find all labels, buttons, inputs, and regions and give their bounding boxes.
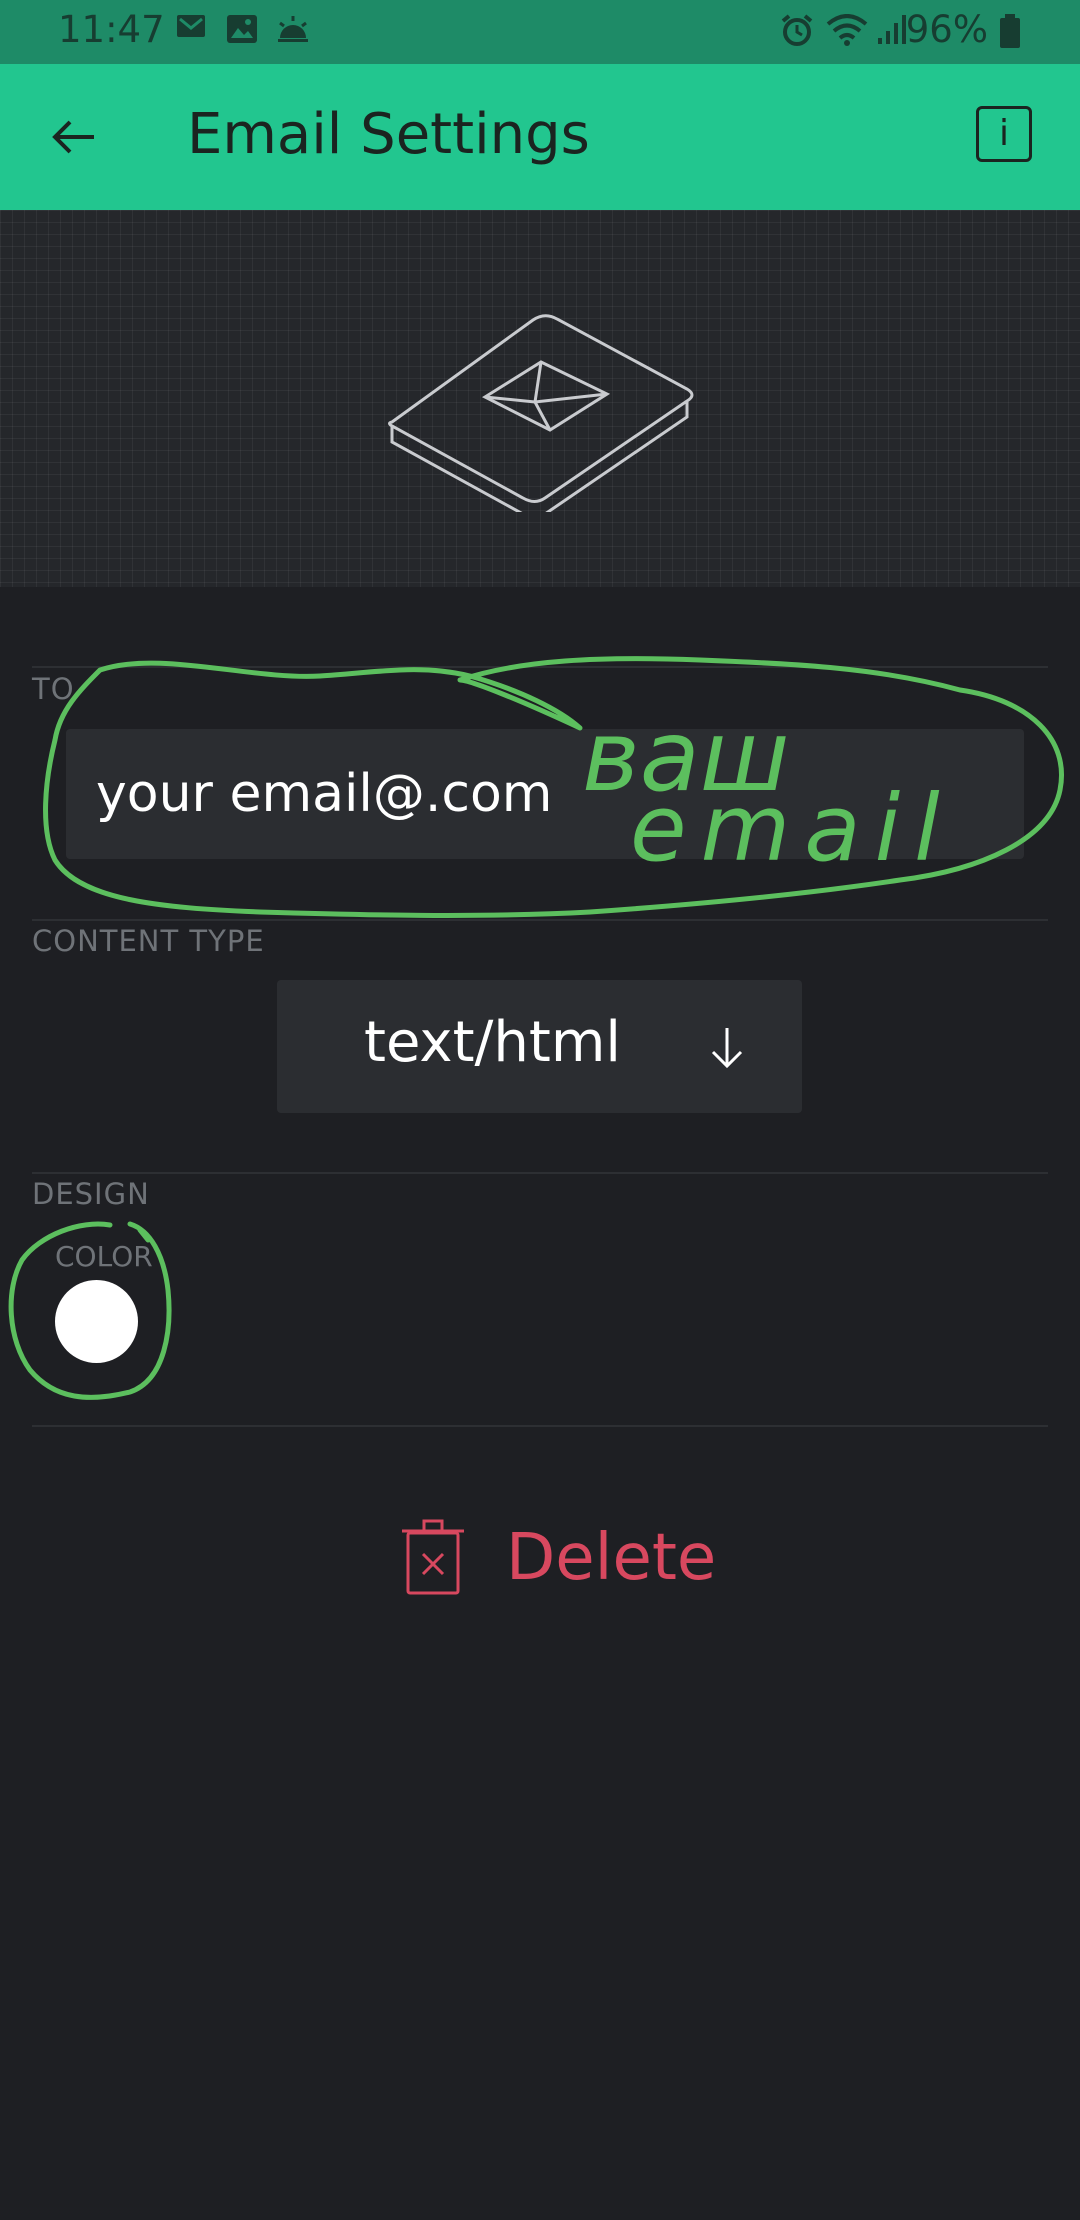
- arrow-down-icon: [711, 1028, 743, 1069]
- wifi-icon: [826, 14, 868, 46]
- divider: [32, 919, 1048, 921]
- delete-label: Delete: [506, 1521, 717, 1595]
- gallery-icon: [227, 15, 257, 43]
- delete-button[interactable]: Delete: [400, 1517, 720, 1617]
- content-type-dropdown[interactable]: text/html: [277, 980, 802, 1113]
- alarm-icon: [781, 14, 813, 46]
- status-bar: 11:47 96%: [0, 0, 1080, 64]
- divider: [32, 666, 1048, 668]
- content-type-value: text/html: [364, 1010, 621, 1075]
- divider: [32, 1425, 1048, 1427]
- battery-icon: [1000, 14, 1020, 48]
- design-label: DESIGN: [32, 1177, 150, 1211]
- color-label: COLOR: [55, 1240, 153, 1273]
- widget-preview: [0, 210, 1080, 587]
- back-button[interactable]: [46, 108, 104, 166]
- page-title: Email Settings: [187, 102, 590, 167]
- status-time: 11:47: [58, 8, 165, 51]
- app-bar: Email Settings i: [0, 64, 1080, 210]
- to-label: TO: [32, 672, 75, 706]
- trash-icon: [402, 1519, 464, 1595]
- color-picker[interactable]: [55, 1280, 138, 1363]
- divider: [32, 1172, 1048, 1174]
- weather-icon: [278, 16, 308, 42]
- signal-icon: [878, 15, 906, 44]
- content-type-label: CONTENT TYPE: [32, 924, 265, 958]
- info-button[interactable]: i: [976, 106, 1032, 162]
- email-to-input[interactable]: your email@.com: [66, 729, 1024, 859]
- arrow-left-icon: [52, 120, 94, 154]
- email-widget-icon: [388, 314, 694, 512]
- battery-percentage: 96%: [905, 8, 988, 51]
- gmail-icon: [177, 15, 205, 37]
